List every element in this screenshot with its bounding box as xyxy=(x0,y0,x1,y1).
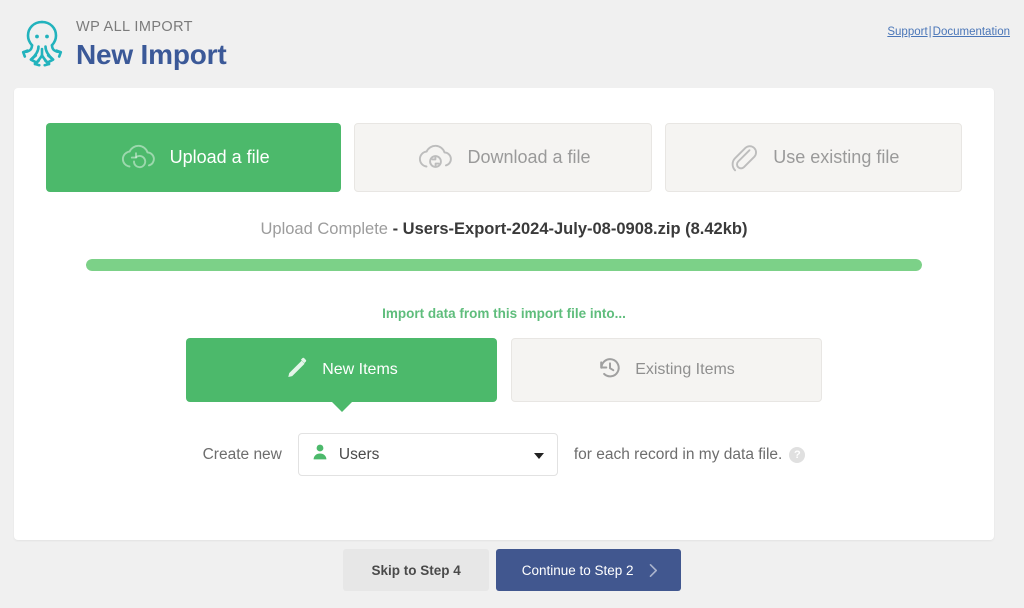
header-title-block: WP ALL IMPORT New Import xyxy=(76,14,227,72)
upload-status: Upload Complete - Users-Export-2024-July… xyxy=(14,220,994,239)
post-type-select-value: Users xyxy=(338,445,380,463)
tab-upload-a-file[interactable]: Upload a file xyxy=(46,123,342,192)
help-icon[interactable]: ? xyxy=(789,446,806,463)
import-card: Upload a file Download a file Use existi… xyxy=(14,88,994,540)
tab-label: Use existing file xyxy=(773,147,900,167)
chevron-down-icon xyxy=(533,452,544,459)
tab-existing-items[interactable]: Existing Items xyxy=(511,338,822,402)
source-tabs: Upload a file Download a file Use existi… xyxy=(14,88,994,192)
brand-kicker: WP ALL IMPORT xyxy=(76,19,193,35)
cloud-download-icon xyxy=(415,143,453,173)
create-new-suffix-label: for each record in my data file. xyxy=(573,445,783,463)
skip-to-step-4-button[interactable]: Skip to Step 4 xyxy=(343,549,489,591)
pencil-icon xyxy=(285,356,309,385)
history-icon xyxy=(598,356,622,385)
octopus-logo-icon xyxy=(14,16,70,74)
import-into-heading: Import data from this import file into..… xyxy=(382,306,626,321)
import-mode-tabs: New Items Existing Items xyxy=(14,338,994,412)
tab-use-existing-file[interactable]: Use existing file xyxy=(664,123,962,192)
page-header: WP ALL IMPORT New Import Support|Documen… xyxy=(0,0,1024,88)
tab-label: Upload a file xyxy=(169,147,270,167)
tab-label: Download a file xyxy=(467,147,591,167)
support-link[interactable]: Support xyxy=(887,26,927,38)
upload-status-label: Upload Complete xyxy=(260,220,388,238)
upload-dash: - xyxy=(392,220,399,238)
upload-progress-fill xyxy=(86,259,922,271)
post-type-select[interactable]: Users xyxy=(297,433,558,476)
paperclip-icon xyxy=(727,142,759,174)
user-icon xyxy=(311,443,329,466)
continue-to-step-2-button[interactable]: Continue to Step 2 xyxy=(495,549,681,591)
upload-progress-bar xyxy=(86,259,922,271)
tab-label: New Items xyxy=(322,361,398,378)
page-title: New Import xyxy=(76,38,227,70)
chevron-right-icon xyxy=(648,563,659,578)
footer-actions: Skip to Step 4 Continue to Step 2 xyxy=(0,549,1024,591)
documentation-link[interactable]: Documentation xyxy=(933,26,1010,38)
tab-download-a-file[interactable]: Download a file xyxy=(354,123,652,192)
continue-button-label: Continue to Step 2 xyxy=(521,562,634,578)
tab-label: Existing Items xyxy=(635,361,735,378)
create-new-row: Create new Users for each record in my d… xyxy=(14,433,994,476)
create-new-label: Create new xyxy=(202,445,282,463)
tab-new-items[interactable]: New Items xyxy=(186,338,497,412)
cloud-upload-icon xyxy=(118,143,156,173)
header-links: Support|Documentation xyxy=(887,26,1010,38)
uploaded-file-name: Users-Export-2024-July-08-0908.zip (8.42… xyxy=(402,220,748,238)
